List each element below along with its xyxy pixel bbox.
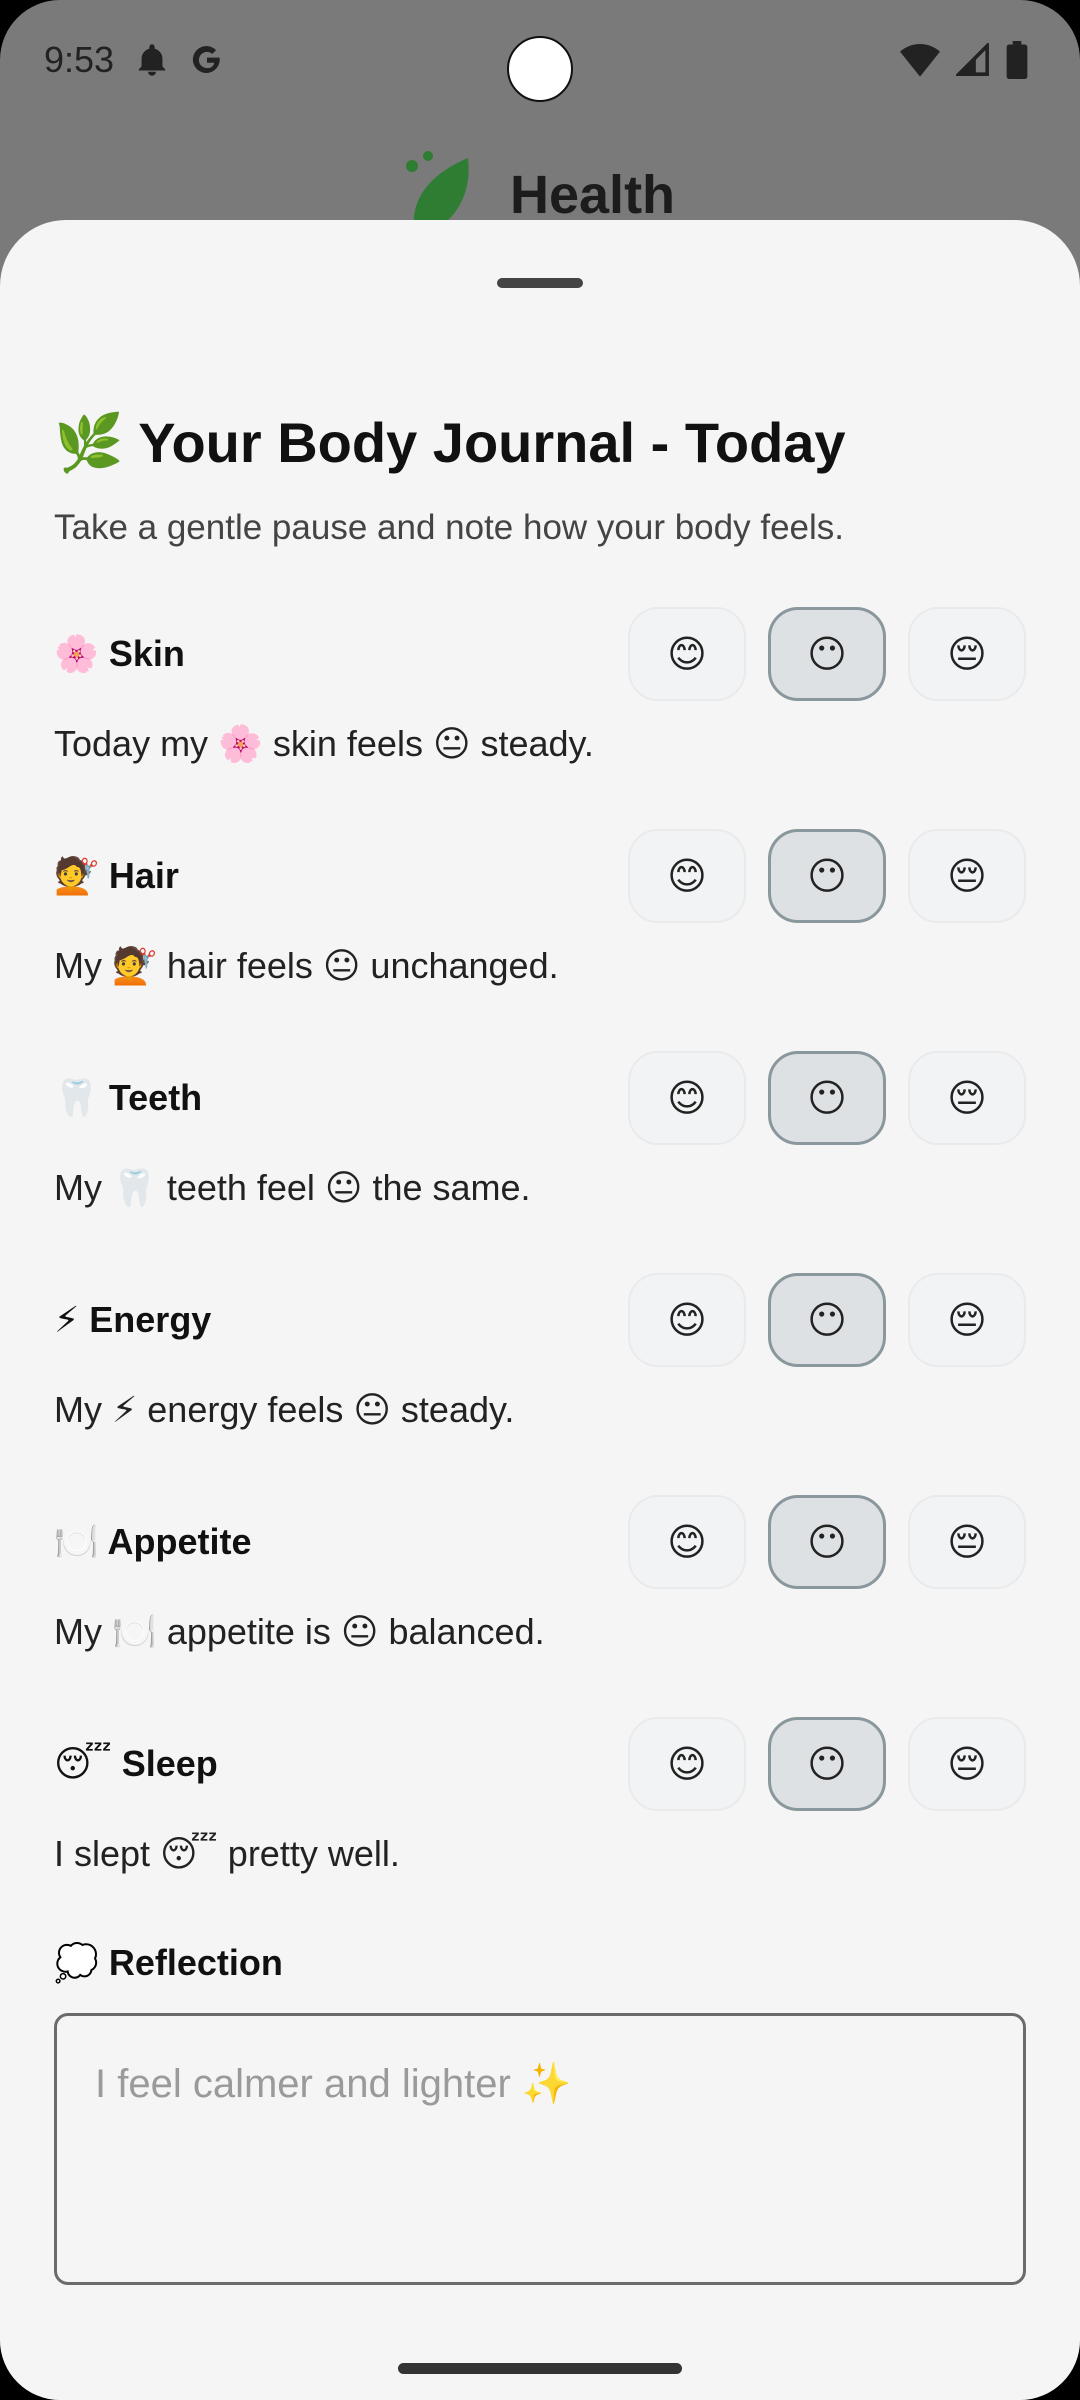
- mood-selector: 😊 😶 😔: [628, 1273, 1026, 1367]
- mood-sad-button[interactable]: 😔: [908, 607, 1026, 701]
- status-time: 9:53: [44, 39, 115, 80]
- entry-label: 🦷 Teeth: [54, 1077, 203, 1118]
- mood-happy-button[interactable]: 😊: [628, 1051, 746, 1145]
- journal-entry: ⚡ Energy 😊 😶 😔 My ⚡ energy feels 😐 steady.: [54, 1273, 1026, 1463]
- mood-sad-button[interactable]: 😔: [908, 1717, 1026, 1811]
- journal-bottom-sheet: 🌿 Your Body Journal - Today Take a gentl…: [0, 220, 1080, 2400]
- mood-happy-button[interactable]: 😊: [628, 607, 746, 701]
- status-right: [900, 41, 1028, 79]
- entry-label: 🍽️ Appetite: [54, 1521, 252, 1562]
- journal-entry: 🦷 Teeth 😊 😶 😔 My 🦷 teeth feel 😐 the same.: [54, 1051, 1026, 1241]
- mood-happy-button[interactable]: 😊: [628, 1273, 746, 1367]
- journal-entry: 🍽️ Appetite 😊 😶 😔 My 🍽️ appetite is 😐 balanc…: [54, 1495, 1026, 1685]
- entry-header: 🌸 Skin 😊 😶 😔: [54, 607, 1026, 703]
- entry-sentence: I slept 😴 pretty well.: [54, 1833, 400, 1874]
- journal-entry: 😴 Sleep 😊 😶 😔 I slept 😴 pretty well.: [54, 1717, 1026, 1907]
- mood-happy-button[interactable]: 😊: [628, 1495, 746, 1589]
- mood-selector: 😊 😶 😔: [628, 829, 1026, 923]
- signal-icon: [956, 43, 989, 76]
- mood-neutral-button[interactable]: 😶: [768, 1273, 886, 1367]
- mood-neutral-button[interactable]: 😶: [768, 1051, 886, 1145]
- mood-happy-button[interactable]: 😊: [628, 829, 746, 923]
- entry-header: ⚡ Energy 😊 😶 😔: [54, 1273, 1026, 1369]
- mood-sad-button[interactable]: 😔: [908, 1495, 1026, 1589]
- mood-selector: 😊 😶 😔: [628, 1051, 1026, 1145]
- battery-icon: [1006, 41, 1028, 79]
- entry-label: 💇 Hair: [54, 855, 179, 896]
- mood-sad-button[interactable]: 😔: [908, 1273, 1026, 1367]
- entry-label: 😴 Sleep: [54, 1743, 218, 1784]
- entry-sentence: My 🦷 teeth feel 😐 the same.: [54, 1167, 531, 1208]
- mood-selector: 😊 😶 😔: [628, 1495, 1026, 1589]
- entry-header: 💇 Hair 😊 😶 😔: [54, 829, 1026, 925]
- reflection-input[interactable]: [54, 2013, 1026, 2285]
- reflection-label: 💭 Reflection: [54, 1942, 283, 1983]
- entry-sentence: My 🍽️ appetite is 😐 balanced.: [54, 1611, 545, 1652]
- mood-selector: 😊 😶 😔: [628, 1717, 1026, 1811]
- mood-neutral-button[interactable]: 😶: [768, 829, 886, 923]
- sheet-drag-handle[interactable]: [497, 278, 583, 288]
- background-app-title: Health: [510, 165, 676, 225]
- screen: 9:53 Health 🌿 Your Body Journal - Today …: [0, 0, 1080, 2400]
- wifi-icon: [900, 44, 940, 77]
- mood-sad-button[interactable]: 😔: [908, 829, 1026, 923]
- status-left: 9:53: [44, 39, 224, 81]
- entry-label: 🌸 Skin: [54, 633, 185, 674]
- sheet-subtitle: Take a gentle pause and note how your bo…: [54, 508, 844, 547]
- mood-neutral-button[interactable]: 😶: [768, 1717, 886, 1811]
- bell-icon: [139, 44, 166, 76]
- journal-entry: 💇 Hair 😊 😶 😔 My 💇 hair feels 😐 unchanged.: [54, 829, 1026, 1019]
- camera-cutout: [507, 36, 573, 102]
- entry-sentence: My ⚡ energy feels 😐 steady.: [54, 1389, 515, 1430]
- mood-neutral-button[interactable]: 😶: [768, 607, 886, 701]
- google-icon: [192, 46, 220, 73]
- journal-entry: 🌸 Skin 😊 😶 😔 Today my 🌸 skin feels 😐 steady.: [54, 607, 1026, 797]
- entry-sentence: My 💇 hair feels 😐 unchanged.: [54, 945, 559, 986]
- sheet-title: 🌿 Your Body Journal - Today: [54, 411, 846, 474]
- mood-selector: 😊 😶 😔: [628, 607, 1026, 701]
- entry-header: 😴 Sleep 😊 😶 😔: [54, 1717, 1026, 1813]
- home-indicator[interactable]: [398, 2363, 682, 2374]
- entry-label: ⚡ Energy: [54, 1299, 212, 1340]
- mood-sad-button[interactable]: 😔: [908, 1051, 1026, 1145]
- entry-header: 🍽️ Appetite 😊 😶 😔: [54, 1495, 1026, 1591]
- mood-neutral-button[interactable]: 😶: [768, 1495, 886, 1589]
- mood-happy-button[interactable]: 😊: [628, 1717, 746, 1811]
- entry-header: 🦷 Teeth 😊 😶 😔: [54, 1051, 1026, 1147]
- entry-sentence: Today my 🌸 skin feels 😐 steady.: [54, 723, 594, 764]
